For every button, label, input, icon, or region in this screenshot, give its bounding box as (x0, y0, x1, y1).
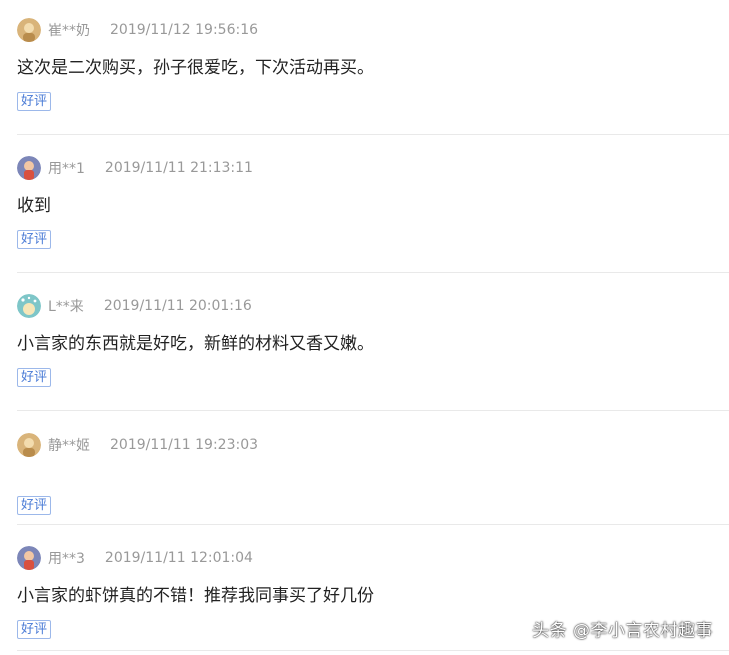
username: L**来 (48, 299, 84, 315)
username: 静**姬 (48, 438, 90, 454)
user-avatar-icon[interactable] (17, 546, 41, 570)
review-item: 崔**奶 2019/11/12 19:56:16 这次是二次购买，孙子很爱吃，下… (17, 17, 729, 135)
review-header: 静**姬 2019/11/11 19:23:03 (17, 432, 729, 458)
review-header: L**来 2019/11/11 20:01:16 (17, 293, 729, 319)
review-text: 小言家的东西就是好吃，新鲜的材料又香又嫩。 (17, 334, 374, 354)
review-item: L**来 2019/11/11 20:01:16 小言家的东西就是好吃，新鲜的材… (17, 293, 729, 411)
user-avatar-icon[interactable] (17, 433, 41, 457)
rating-tag: 好评 (17, 496, 52, 515)
username: 崔**奶 (48, 23, 90, 39)
review-header: 用**1 2019/11/11 21:13:11 (17, 155, 729, 181)
review-item: 静**姬 2019/11/11 19:23:03 好评 (17, 432, 729, 525)
watermark: 头条 @李小言农村趣事 (532, 621, 713, 641)
review-header: 用**3 2019/11/11 12:01:04 (17, 545, 729, 571)
user-avatar-icon[interactable] (17, 156, 41, 180)
timestamp: 2019/11/11 19:23:03 (110, 437, 259, 453)
rating-tag: 好评 (17, 230, 52, 249)
user-avatar-icon[interactable] (17, 294, 41, 318)
review-text: 收到 (17, 196, 51, 216)
rating-tag: 好评 (17, 368, 52, 387)
username: 用**1 (48, 161, 85, 177)
review-item: 用**1 2019/11/11 21:13:11 收到 好评 (17, 155, 729, 273)
review-text: 小言家的虾饼真的不错！推荐我同事买了好几份 (17, 586, 374, 606)
review-list: 崔**奶 2019/11/12 19:56:16 这次是二次购买，孙子很爱吃，下… (0, 0, 729, 655)
user-avatar-icon[interactable] (17, 18, 41, 42)
rating-tag: 好评 (17, 92, 52, 111)
timestamp: 2019/11/11 20:01:16 (103, 298, 252, 314)
username: 用**3 (48, 551, 85, 567)
timestamp: 2019/11/11 21:13:11 (104, 160, 253, 176)
rating-tag: 好评 (17, 620, 52, 639)
review-text (17, 470, 729, 484)
review-header: 崔**奶 2019/11/12 19:56:16 (17, 17, 729, 43)
timestamp: 2019/11/12 19:56:16 (110, 22, 259, 38)
timestamp: 2019/11/11 12:01:04 (104, 550, 253, 566)
review-text: 这次是二次购买，孙子很爱吃，下次活动再买。 (17, 58, 374, 78)
